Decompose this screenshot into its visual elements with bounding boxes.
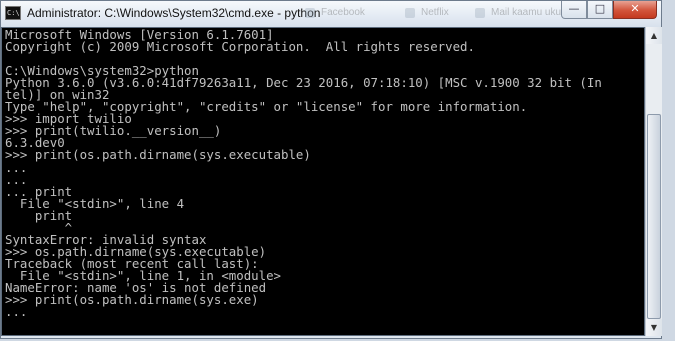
netflix-icon (405, 8, 415, 18)
console-line: >>> print(os.path.dirname(sys.executable… (5, 147, 311, 163)
window-controls: — □ ✕ (561, 1, 657, 21)
scroll-down-arrow-icon[interactable]: ▼ (646, 319, 662, 336)
mail-icon (475, 8, 485, 18)
window-title: Administrator: C:\Windows\System32\cmd.e… (27, 6, 321, 20)
facebook-icon (305, 8, 315, 18)
scroll-up-arrow-icon[interactable]: ▲ (646, 27, 662, 44)
title-bar[interactable]: C:\ Administrator: C:\Windows\System32\c… (1, 1, 661, 27)
background-taskbar-ghost: Facebook Netflix Mail kaamu ukubu (301, 5, 572, 21)
cmd-window: C:\ Administrator: C:\Windows\System32\c… (0, 0, 662, 339)
cmd-app-icon[interactable]: C:\ (5, 6, 21, 20)
scroll-thumb[interactable] (647, 114, 661, 319)
ghost-tab-facebook: Facebook (301, 5, 365, 21)
ghost-tab-netflix: Netflix (401, 5, 449, 21)
minimize-button[interactable]: — (561, 1, 587, 19)
console-area[interactable]: Microsoft Windows [Version 6.1.7601] Cop… (1, 27, 645, 336)
console-line: ... (5, 304, 28, 320)
console-line: Copyright (c) 2009 Microsoft Corporation… (5, 39, 475, 55)
console-output: Microsoft Windows [Version 6.1.7601] Cop… (5, 28, 602, 320)
ghost-tab-mail: Mail kaamu ukubu (471, 5, 572, 21)
close-button[interactable]: ✕ (613, 1, 657, 19)
console-line: >>> print(os.path.dirname(sys.exe) (5, 292, 259, 308)
vertical-scrollbar[interactable]: ▲ ▼ (645, 27, 662, 336)
maximize-button[interactable]: □ (587, 1, 613, 19)
